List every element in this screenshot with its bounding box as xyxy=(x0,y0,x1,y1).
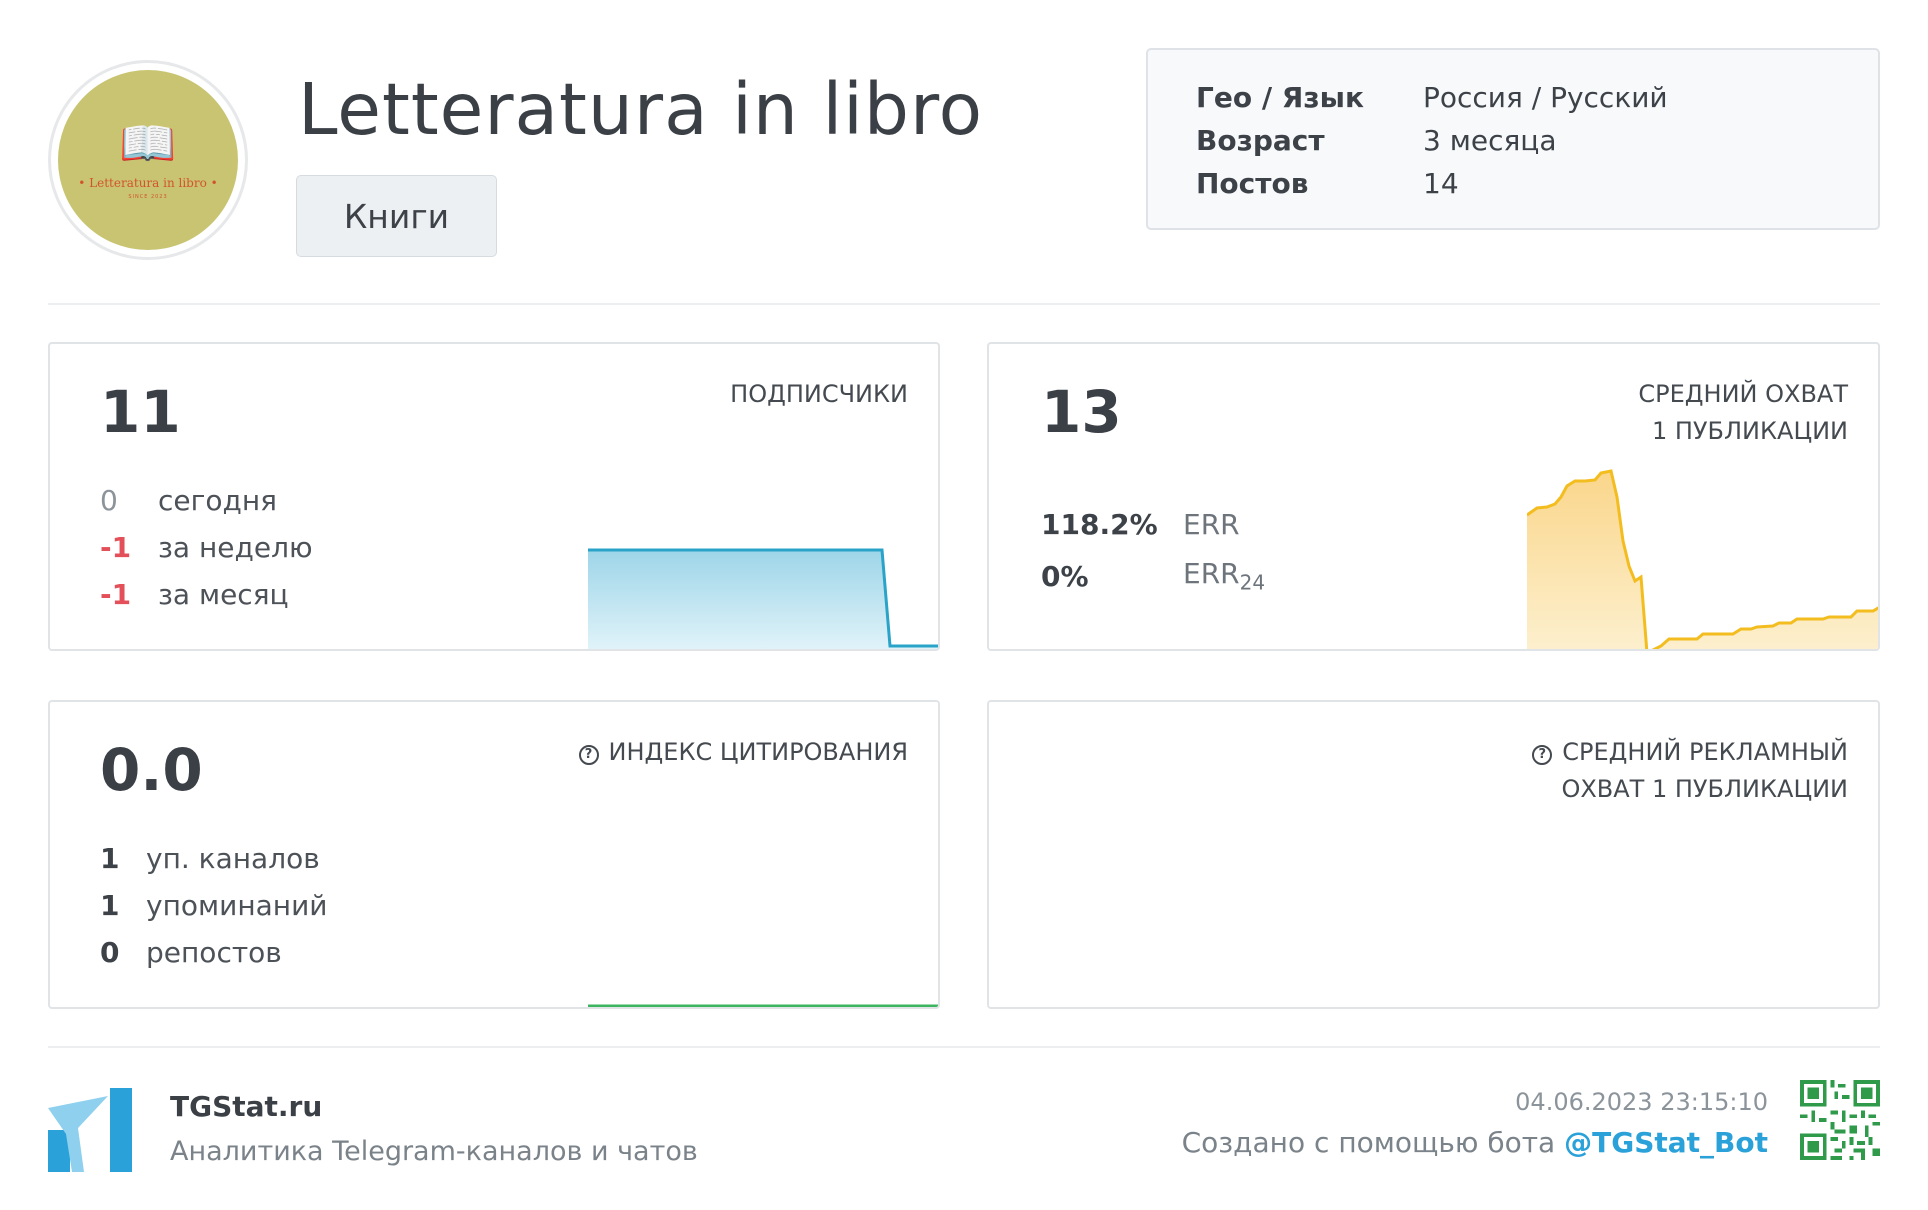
ad-reach-card[interactable]: ? СРЕДНИЙ РЕКЛАМНЫЙ ОХВАТ 1 ПУБЛИКАЦИИ xyxy=(987,700,1880,1009)
err-row: 118.2% ERR xyxy=(1041,504,1240,544)
info-row-posts: Постов 14 xyxy=(1196,162,1878,205)
err24-row: 0% ERR24 xyxy=(1041,556,1265,596)
stat-reposts-value: 0 xyxy=(100,935,120,969)
stat-week-value: -1 xyxy=(100,530,132,564)
stat-month-value: -1 xyxy=(100,577,132,611)
info-key: Гео / Язык xyxy=(1196,81,1364,114)
reach-card[interactable]: 13 СРЕДНИЙ ОХВАТ 1 ПУБЛИКАЦИИ 118.2% ERR… xyxy=(987,342,1880,651)
stat-today-label: сегодня xyxy=(158,483,277,517)
footer-site-name[interactable]: TGStat.ru xyxy=(170,1090,322,1123)
subscribers-count: 11 xyxy=(100,378,181,446)
category-button[interactable]: Книги xyxy=(296,175,497,257)
reach-label-line1: СРЕДНИЙ ОХВАТ xyxy=(1638,380,1848,408)
info-row-geo: Гео / Язык Россия / Русский xyxy=(1196,76,1878,119)
stat-mentions-label: упоминаний xyxy=(146,888,328,922)
footer-credit: Создано с помощью бота @TGStat_Bot xyxy=(1182,1126,1768,1159)
reach-sparkline xyxy=(1527,469,1878,649)
avatar-image: 📖 • Letteratura in libro • SINCE 2023 xyxy=(58,70,238,250)
stat-channels-value: 1 xyxy=(100,841,120,875)
bot-link[interactable]: @TGStat_Bot xyxy=(1564,1126,1768,1159)
subscribers-card[interactable]: 11 ПОДПИСЧИКИ 0 сегодня -1 за неделю -1 … xyxy=(48,342,940,651)
open-book-icon: 📖 xyxy=(119,116,177,170)
footer-tagline: Аналитика Telegram-каналов и чатов xyxy=(170,1136,698,1167)
channel-title: Letteratura in libro xyxy=(298,68,984,151)
reach-label: СРЕДНИЙ ОХВАТ 1 ПУБЛИКАЦИИ xyxy=(1638,376,1848,450)
footer-credit-text: Создано с помощью бота xyxy=(1181,1126,1565,1159)
channel-avatar: 📖 • Letteratura in libro • SINCE 2023 xyxy=(48,60,248,260)
err24-label-main: ERR xyxy=(1183,557,1240,591)
avatar-subtext: SINCE 2023 xyxy=(128,194,168,200)
footer-date: 04.06.2023 23:15:10 xyxy=(1515,1088,1768,1116)
stat-reposts-label: репостов xyxy=(146,935,282,969)
stat-mentions-value: 1 xyxy=(100,888,120,922)
ad-reach-label-line1-text: СРЕДНИЙ РЕКЛАМНЫЙ xyxy=(1562,738,1848,766)
header-divider xyxy=(48,303,1880,305)
citation-label-text: ИНДЕКС ЦИТИРОВАНИЯ xyxy=(608,738,908,766)
tgstat-logo-icon xyxy=(48,1088,132,1172)
ad-reach-label: ? СРЕДНИЙ РЕКЛАМНЫЙ ОХВАТ 1 ПУБЛИКАЦИИ xyxy=(1532,734,1848,808)
ad-reach-label-line1: ? СРЕДНИЙ РЕКЛАМНЫЙ xyxy=(1532,734,1848,771)
err-label: ERR xyxy=(1183,507,1240,541)
info-row-age: Возраст 3 месяца xyxy=(1196,119,1878,162)
stat-row-month: -1 за месяц xyxy=(100,574,289,614)
citation-label: ? ИНДЕКС ЦИТИРОВАНИЯ xyxy=(578,734,908,771)
err-value: 118.2% xyxy=(1041,507,1158,541)
qr-code-icon xyxy=(1800,1080,1880,1160)
reach-sparkline-area xyxy=(1527,471,1878,649)
stat-row-week: -1 за неделю xyxy=(100,527,313,567)
subscribers-sparkline xyxy=(588,548,938,649)
stat-row-today: 0 сегодня xyxy=(100,480,277,520)
info-value: 3 месяца xyxy=(1423,124,1557,157)
stat-row-mentions: 1 упоминаний xyxy=(100,885,328,925)
err24-value: 0% xyxy=(1041,559,1089,593)
err24-label-sub: 24 xyxy=(1239,570,1266,595)
citation-sparkline xyxy=(588,1004,938,1007)
stat-today-value: 0 xyxy=(100,483,118,517)
channel-info-box: Гео / Язык Россия / Русский Возраст 3 ме… xyxy=(1146,48,1880,230)
info-value: Россия / Русский xyxy=(1423,81,1668,114)
err24-label: ERR24 xyxy=(1183,557,1265,595)
reach-count: 13 xyxy=(1041,378,1122,446)
citation-card[interactable]: 0.0 ? ИНДЕКС ЦИТИРОВАНИЯ 1 уп. каналов 1 … xyxy=(48,700,940,1009)
info-value: 14 xyxy=(1423,167,1459,200)
stat-channels-label: уп. каналов xyxy=(146,841,320,875)
footer-divider xyxy=(48,1046,1880,1048)
stat-row-reposts: 0 репостов xyxy=(100,932,282,972)
stat-month-label: за месяц xyxy=(158,577,289,611)
help-icon[interactable]: ? xyxy=(578,745,599,765)
info-key: Постов xyxy=(1196,167,1309,200)
reach-label-line2: 1 ПУБЛИКАЦИИ xyxy=(1651,417,1848,445)
avatar-text: • Letteratura in libro • xyxy=(78,176,218,190)
help-icon[interactable]: ? xyxy=(1532,745,1553,765)
stat-row-channels: 1 уп. каналов xyxy=(100,838,320,878)
stat-week-label: за неделю xyxy=(158,530,313,564)
ad-reach-label-line2: ОХВАТ 1 ПУБЛИКАЦИИ xyxy=(1561,775,1848,803)
subscribers-label: ПОДПИСЧИКИ xyxy=(730,380,908,408)
info-key: Возраст xyxy=(1196,124,1325,157)
citation-index: 0.0 xyxy=(100,736,203,804)
